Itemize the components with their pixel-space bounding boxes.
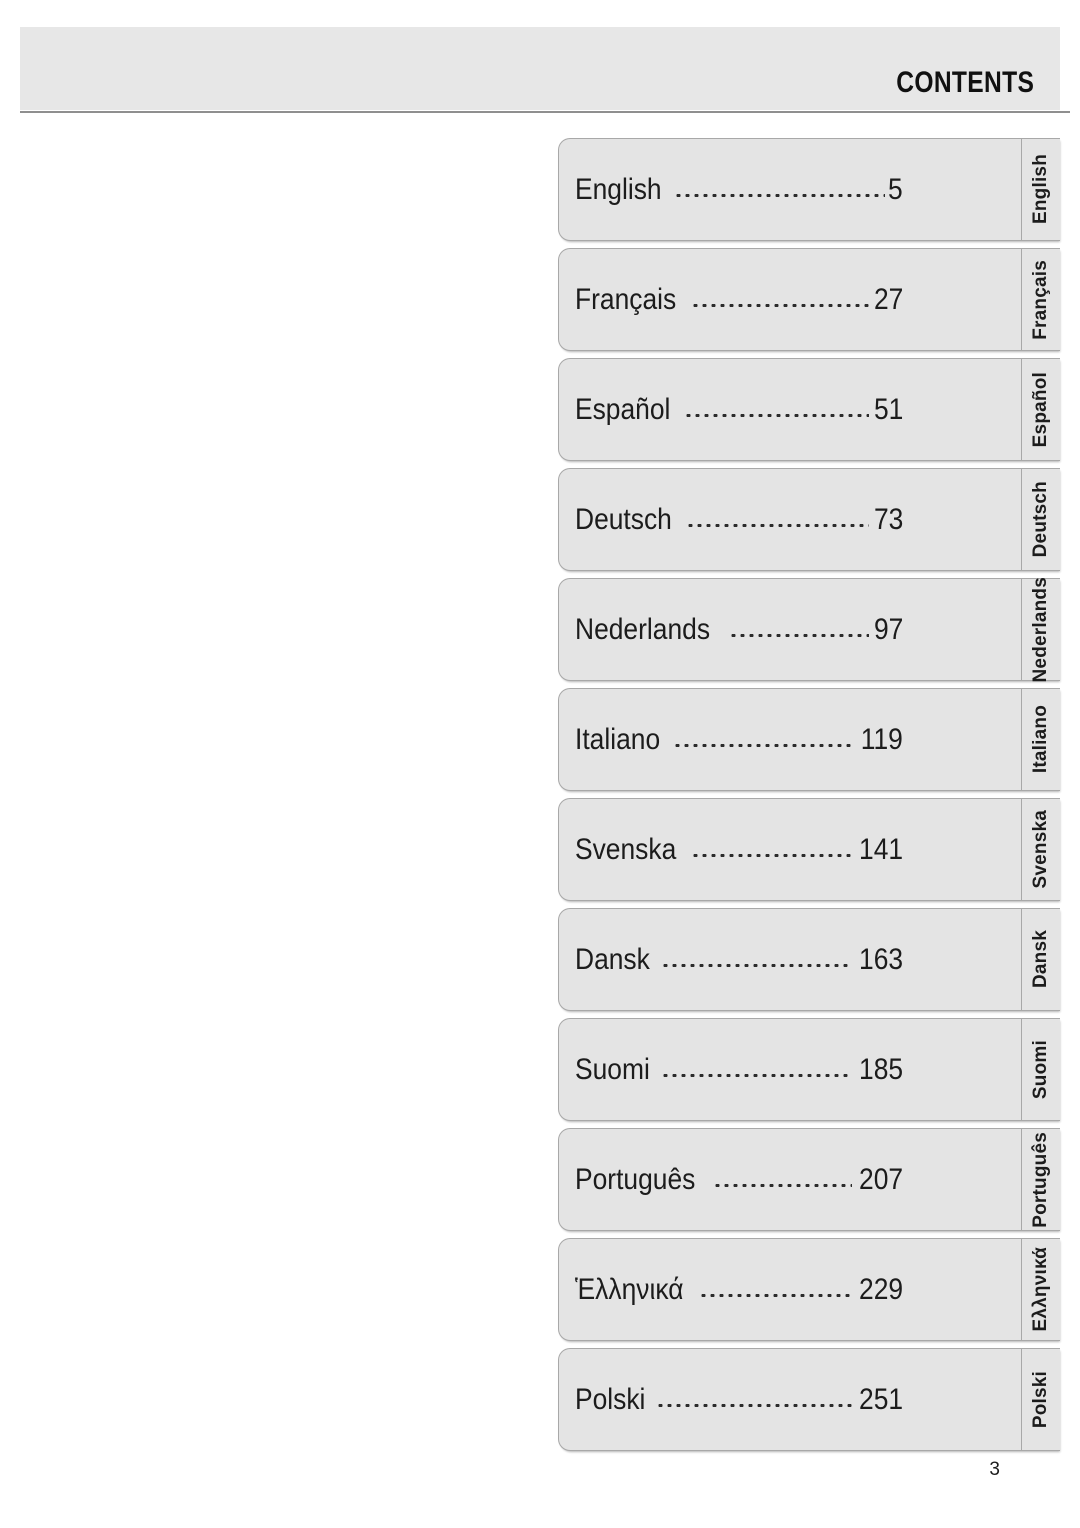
toc-language-label: Português [575, 1162, 696, 1196]
toc-entry-body: Italiano 119 [559, 689, 1021, 790]
toc-dot-leader [674, 175, 886, 205]
toc-row[interactable]: Ἑλληνικά 229 Ελληνικά [558, 1238, 1060, 1341]
toc-side-tab[interactable]: Svenska [1021, 799, 1060, 900]
toc-side-tab[interactable]: Español [1021, 359, 1060, 460]
toc-entry-body: Español 51 [559, 359, 1021, 460]
toc-language-label: Français [575, 282, 677, 316]
toc-entry-body: Nederlands 97 [559, 579, 1021, 680]
toc-side-tab-label: Nederlands [1030, 576, 1051, 683]
toc-page-number: 229 [858, 1272, 903, 1306]
toc-dot-leader [656, 1385, 852, 1415]
page-title: CONTENTS [896, 66, 1034, 99]
toc-page-number: 97 [873, 612, 903, 646]
toc-row[interactable]: Nederlands 97 Nederlands [558, 576, 1060, 683]
toc-side-tab-label: Polski [1030, 1370, 1051, 1429]
toc-page-number: 73 [873, 502, 903, 536]
toc-entry-body: Deutsch 73 [559, 469, 1021, 570]
toc-dot-leader [684, 395, 869, 425]
contents-list: English 5 English Français 27 Français Español… [558, 138, 1060, 1458]
toc-side-tab-label: Svenska [1030, 810, 1051, 889]
toc-entry-body: Suomi 185 [559, 1019, 1021, 1120]
toc-page-number: 27 [873, 282, 903, 316]
toc-language-label: Ἑλληνικά [575, 1272, 684, 1306]
toc-side-tab-label: Italiano [1030, 705, 1051, 774]
toc-page-number: 207 [858, 1162, 903, 1196]
toc-dot-leader [691, 835, 852, 865]
toc-side-tab-label: Deutsch [1030, 481, 1051, 558]
toc-side-tab[interactable]: Ελληνικά [1021, 1239, 1060, 1340]
toc-side-tab[interactable]: Suomi [1021, 1019, 1060, 1120]
toc-side-tab-label: Français [1030, 259, 1051, 340]
toc-dot-leader [691, 285, 869, 315]
toc-row[interactable]: Dansk 163 Dansk [558, 908, 1060, 1011]
header-divider-rule [20, 111, 1070, 113]
toc-entry-body: Svenska 141 [559, 799, 1021, 900]
toc-row[interactable]: Svenska 141 Svenska [558, 798, 1060, 901]
footer-page-number: 3 [989, 1459, 1000, 1480]
toc-row[interactable]: Português 207 Português [558, 1128, 1060, 1231]
toc-side-tab-label: Español [1030, 371, 1051, 448]
toc-language-label: Svenska [575, 832, 677, 866]
toc-entry-body: Ἑλληνικά 229 [559, 1239, 1021, 1340]
toc-row[interactable]: Polski 251 Polski [558, 1348, 1060, 1451]
toc-language-label: Dansk [575, 942, 650, 976]
toc-page-number: 251 [858, 1382, 903, 1416]
toc-entry-body: Français 27 [559, 249, 1021, 350]
toc-dot-leader [672, 725, 855, 755]
toc-side-tab[interactable]: Português [1021, 1129, 1060, 1230]
page-header-bar: CONTENTS [20, 27, 1060, 110]
toc-side-tab[interactable]: Polski [1021, 1349, 1060, 1450]
toc-page-number: 119 [860, 722, 903, 756]
toc-language-label: Polski [575, 1382, 646, 1416]
toc-row[interactable]: Español 51 Español [558, 358, 1060, 461]
toc-side-tab[interactable]: Dansk [1021, 909, 1060, 1010]
toc-dot-leader [661, 945, 852, 975]
toc-language-label: Suomi [575, 1052, 650, 1086]
toc-side-tab[interactable]: Italiano [1021, 689, 1060, 790]
toc-language-label: Español [575, 392, 671, 426]
toc-side-tab-label: English [1030, 154, 1051, 225]
toc-page-number: 141 [858, 832, 903, 866]
toc-side-tab-label: Suomi [1030, 1039, 1051, 1100]
toc-dot-leader [729, 615, 869, 645]
toc-language-label: Italiano [575, 722, 661, 756]
toc-row[interactable]: Suomi 185 Suomi [558, 1018, 1060, 1121]
toc-side-tab-label: Dansk [1030, 930, 1051, 989]
toc-dot-leader [661, 1055, 852, 1085]
toc-page-number: 51 [873, 392, 903, 426]
toc-dot-leader [712, 1165, 852, 1195]
toc-entry-body: Dansk 163 [559, 909, 1021, 1010]
toc-side-tab-label: Português [1030, 1131, 1051, 1228]
toc-entry-body: English 5 [559, 139, 1021, 240]
toc-row[interactable]: Français 27 Français [558, 248, 1060, 351]
toc-language-label: Deutsch [575, 502, 672, 536]
toc-page-number: 163 [858, 942, 903, 976]
toc-side-tab-label: Ελληνικά [1030, 1247, 1051, 1332]
toc-row[interactable]: Italiano 119 Italiano [558, 688, 1060, 791]
toc-entry-body: Polski 251 [559, 1349, 1021, 1450]
toc-side-tab[interactable]: Nederlands [1021, 576, 1060, 683]
toc-page-number: 5 [888, 172, 903, 206]
toc-side-tab[interactable]: Deutsch [1021, 469, 1060, 570]
toc-row[interactable]: Deutsch 73 Deutsch [558, 468, 1060, 571]
toc-side-tab[interactable]: English [1021, 139, 1060, 240]
toc-dot-leader [686, 505, 869, 535]
toc-entry-body: Português 207 [559, 1129, 1021, 1230]
toc-row[interactable]: English 5 English [558, 138, 1060, 241]
toc-dot-leader [699, 1275, 852, 1305]
toc-language-label: Nederlands [575, 612, 711, 646]
toc-side-tab[interactable]: Français [1021, 249, 1060, 350]
toc-page-number: 185 [858, 1052, 903, 1086]
toc-language-label: English [575, 172, 662, 206]
